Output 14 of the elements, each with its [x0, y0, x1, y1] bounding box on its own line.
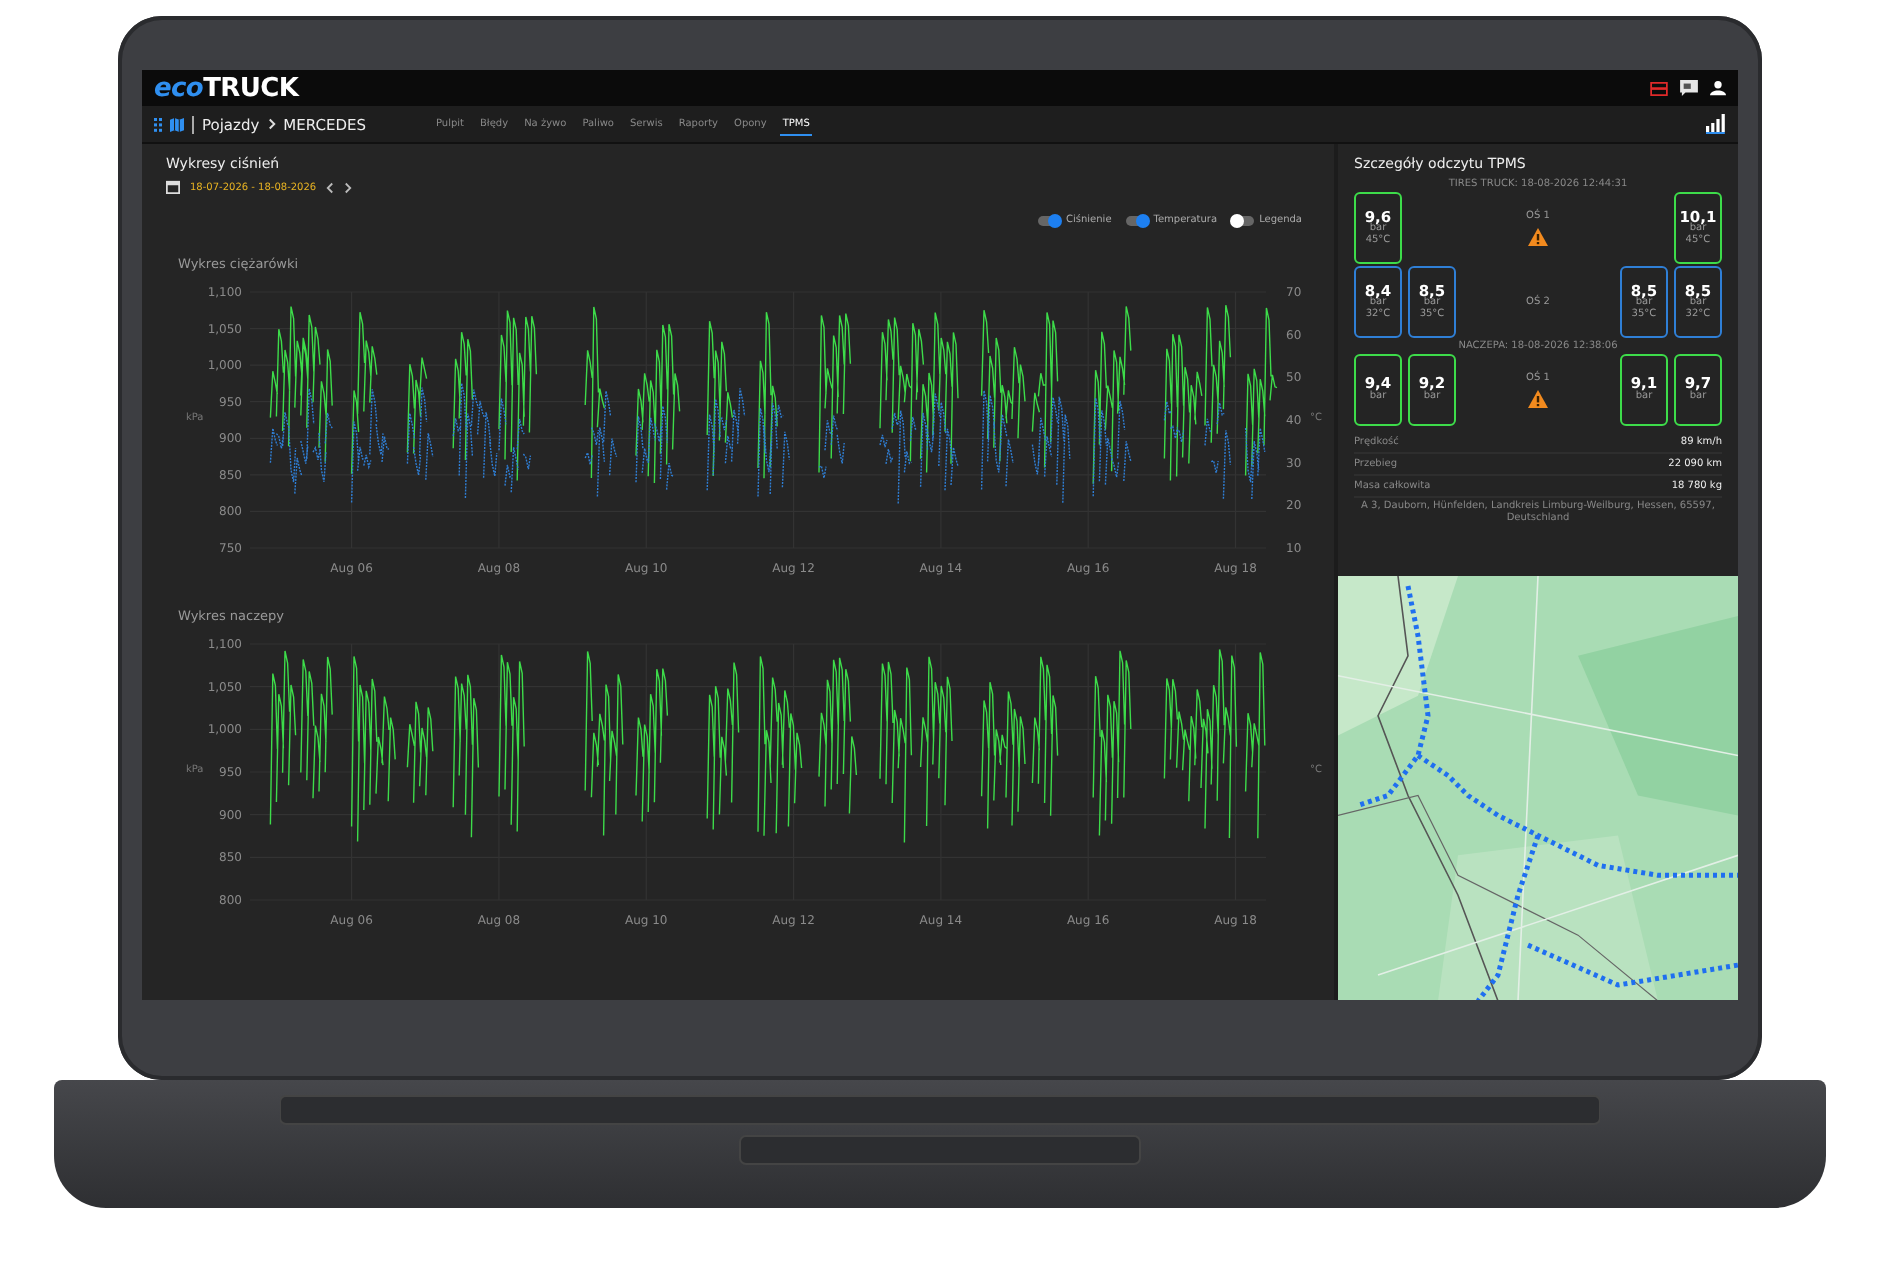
toggle-switch[interactable] — [1125, 215, 1148, 225]
grid-icon[interactable] — [154, 117, 162, 131]
toggle-switch[interactable] — [1038, 215, 1061, 225]
signal-icon — [1706, 114, 1726, 134]
chevron-right-icon[interactable] — [344, 181, 353, 193]
map-icon[interactable] — [170, 117, 184, 131]
chat-icon[interactable] — [1680, 80, 1698, 96]
user-icon[interactable] — [1710, 80, 1726, 96]
calendar-icon[interactable] — [166, 180, 180, 194]
logo: ecoTRUCK — [154, 73, 299, 103]
chevron-left-icon[interactable] — [326, 181, 335, 193]
chevron-right-icon — [267, 118, 276, 130]
toggle-switch[interactable] — [1231, 215, 1254, 225]
card-icon[interactable] — [1650, 81, 1668, 95]
